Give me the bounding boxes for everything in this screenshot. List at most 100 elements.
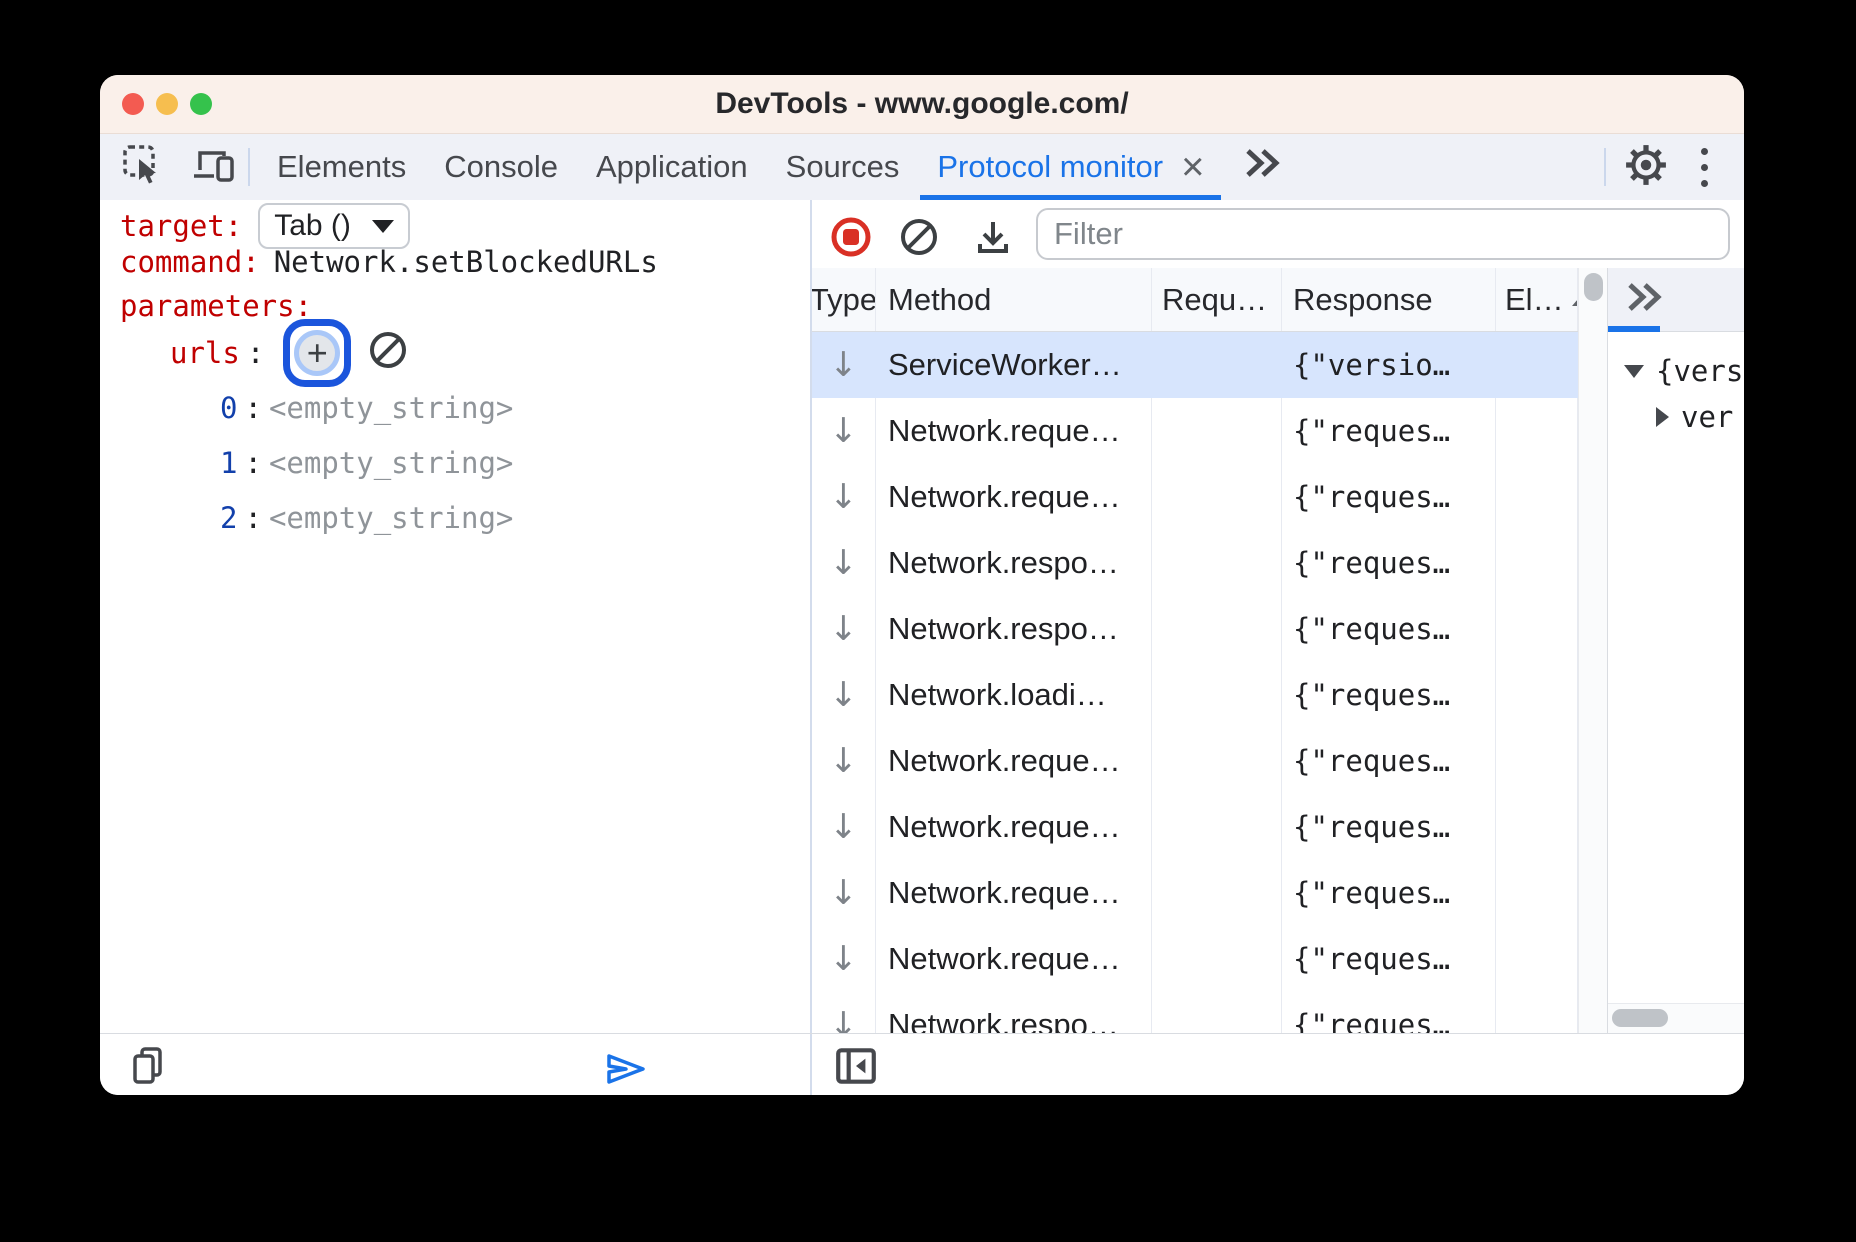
- triangle-down-icon[interactable]: [1624, 365, 1644, 378]
- row-request: [1152, 332, 1282, 398]
- collapse-panel-left-icon: [833, 1043, 879, 1094]
- entry-value[interactable]: <empty_string>: [269, 391, 513, 425]
- row-response: {"reques…: [1282, 662, 1496, 728]
- device-toolbar-button[interactable]: [188, 141, 240, 193]
- row-response: {"reques…: [1282, 926, 1496, 992]
- devtools-window: DevTools - www.google.com/ Elements Cons…: [100, 75, 1744, 1095]
- tab-elements[interactable]: Elements: [258, 134, 425, 200]
- received-arrow-icon: ↓: [829, 609, 858, 649]
- tab-console[interactable]: Console: [425, 134, 577, 200]
- url-entry-row[interactable]: 1 : <empty_string>: [220, 441, 513, 485]
- row-elapsed: [1496, 464, 1578, 530]
- table-row[interactable]: ↓ Network.reque… {"reques…: [812, 464, 1578, 530]
- table-row[interactable]: ↓ Network.reque… {"reques…: [812, 860, 1578, 926]
- urls-key-label: urls: [170, 336, 240, 370]
- add-url-button[interactable]: +: [294, 330, 340, 376]
- row-method: Network.reque…: [876, 794, 1152, 860]
- received-arrow-icon: ↓: [829, 477, 858, 517]
- zoom-window-button[interactable]: [190, 93, 212, 115]
- record-button[interactable]: [825, 213, 877, 265]
- copy-icon: [128, 1043, 168, 1094]
- editor-bottom-bar: [100, 1034, 812, 1095]
- entry-value[interactable]: <empty_string>: [269, 501, 513, 535]
- tab-protocol-monitor[interactable]: Protocol monitor ×: [918, 134, 1223, 200]
- row-request: [1152, 662, 1282, 728]
- expand-sidebar-button[interactable]: [1618, 274, 1670, 326]
- save-button[interactable]: [967, 213, 1019, 265]
- minimize-window-button[interactable]: [156, 93, 178, 115]
- hide-editor-button[interactable]: [830, 1042, 882, 1094]
- row-method: Network.loadi…: [876, 662, 1152, 728]
- row-request: [1152, 728, 1282, 794]
- row-elapsed: [1496, 926, 1578, 992]
- title-bar: DevTools - www.google.com/: [100, 75, 1744, 134]
- table-row[interactable]: ↓ Network.reque… {"reques…: [812, 728, 1578, 794]
- close-window-button[interactable]: [122, 93, 144, 115]
- row-elapsed: [1496, 662, 1578, 728]
- table-row[interactable]: ↓ Network.respo… {"reques…: [812, 992, 1578, 1033]
- inspect-element-button[interactable]: [116, 141, 168, 193]
- entry-value[interactable]: <empty_string>: [269, 446, 513, 480]
- grid-header: Type Method Requ… Response El…: [812, 268, 1578, 332]
- table-row[interactable]: ↓ ServiceWorker… {"versio…: [812, 332, 1578, 398]
- column-header-request[interactable]: Requ…: [1152, 268, 1282, 331]
- tree-item[interactable]: {vers: [1624, 348, 1744, 394]
- add-url-focus-ring: +: [283, 319, 351, 387]
- urls-separator: :: [247, 336, 264, 370]
- received-arrow-icon: ↓: [829, 1005, 858, 1033]
- command-key-label: command:: [120, 245, 260, 279]
- row-method: Network.reque…: [876, 728, 1152, 794]
- table-row[interactable]: ↓ Network.respo… {"reques…: [812, 530, 1578, 596]
- table-row[interactable]: ↓ Network.respo… {"reques…: [812, 596, 1578, 662]
- grid-vertical-scrollbar[interactable]: [1578, 268, 1607, 1033]
- triangle-right-icon[interactable]: [1656, 407, 1669, 427]
- monitor-toolbar: [812, 200, 1744, 268]
- clear-button[interactable]: [893, 213, 945, 265]
- row-request: [1152, 926, 1282, 992]
- filter-input[interactable]: [1036, 208, 1730, 260]
- sidebar-horizontal-scrollbar[interactable]: [1608, 1003, 1744, 1033]
- tree-item-text: {vers: [1656, 354, 1743, 388]
- sidebar-tab-strip: [1608, 268, 1744, 332]
- kebab-menu-icon: [1701, 148, 1708, 187]
- table-row[interactable]: ↓ Network.loadi… {"reques…: [812, 662, 1578, 728]
- close-tab-icon[interactable]: ×: [1181, 147, 1204, 187]
- tabbar-right-separator: [1604, 148, 1606, 186]
- column-header-elapsed[interactable]: El…: [1496, 268, 1578, 331]
- column-header-response[interactable]: Response: [1282, 268, 1496, 331]
- tab-application[interactable]: Application: [577, 134, 767, 200]
- copy-command-button[interactable]: [122, 1042, 174, 1094]
- scrollbar-thumb[interactable]: [1584, 273, 1603, 301]
- row-elapsed: [1496, 596, 1578, 662]
- column-header-type[interactable]: Type: [812, 268, 876, 331]
- more-options-button[interactable]: [1678, 141, 1730, 193]
- url-entry-row[interactable]: 0 : <empty_string>: [220, 386, 513, 430]
- table-row[interactable]: ↓ Network.reque… {"reques…: [812, 794, 1578, 860]
- command-value[interactable]: Network.setBlockedURLs: [274, 245, 658, 279]
- send-command-button[interactable]: [600, 1045, 652, 1095]
- row-method: ServiceWorker…: [876, 332, 1152, 398]
- received-arrow-icon: ↓: [829, 807, 858, 847]
- row-request: [1152, 596, 1282, 662]
- table-row[interactable]: ↓ Network.reque… {"reques…: [812, 398, 1578, 464]
- row-request: [1152, 794, 1282, 860]
- row-request: [1152, 992, 1282, 1033]
- command-editor-panel: target: Tab () command: Network.setBlock…: [100, 200, 812, 1033]
- block-icon: [367, 329, 409, 378]
- row-method: Network.reque…: [876, 926, 1152, 992]
- monitor-bottom-bar: [812, 1034, 1744, 1095]
- more-tabs-button[interactable]: [1223, 134, 1301, 200]
- tab-sources[interactable]: Sources: [767, 134, 919, 200]
- download-icon: [973, 216, 1013, 263]
- tree-item[interactable]: ver: [1656, 394, 1744, 440]
- delete-array-button[interactable]: [367, 329, 409, 378]
- url-entry-row[interactable]: 2 : <empty_string>: [220, 496, 513, 540]
- row-method: Network.reque…: [876, 398, 1152, 464]
- received-arrow-icon: ↓: [829, 939, 858, 979]
- traffic-lights: [122, 93, 212, 115]
- table-row[interactable]: ↓ Network.reque… {"reques…: [812, 926, 1578, 992]
- settings-button[interactable]: [1620, 141, 1672, 193]
- double-chevron-right-icon: [1242, 146, 1282, 188]
- column-header-method[interactable]: Method: [876, 268, 1152, 331]
- scrollbar-thumb[interactable]: [1612, 1009, 1668, 1027]
